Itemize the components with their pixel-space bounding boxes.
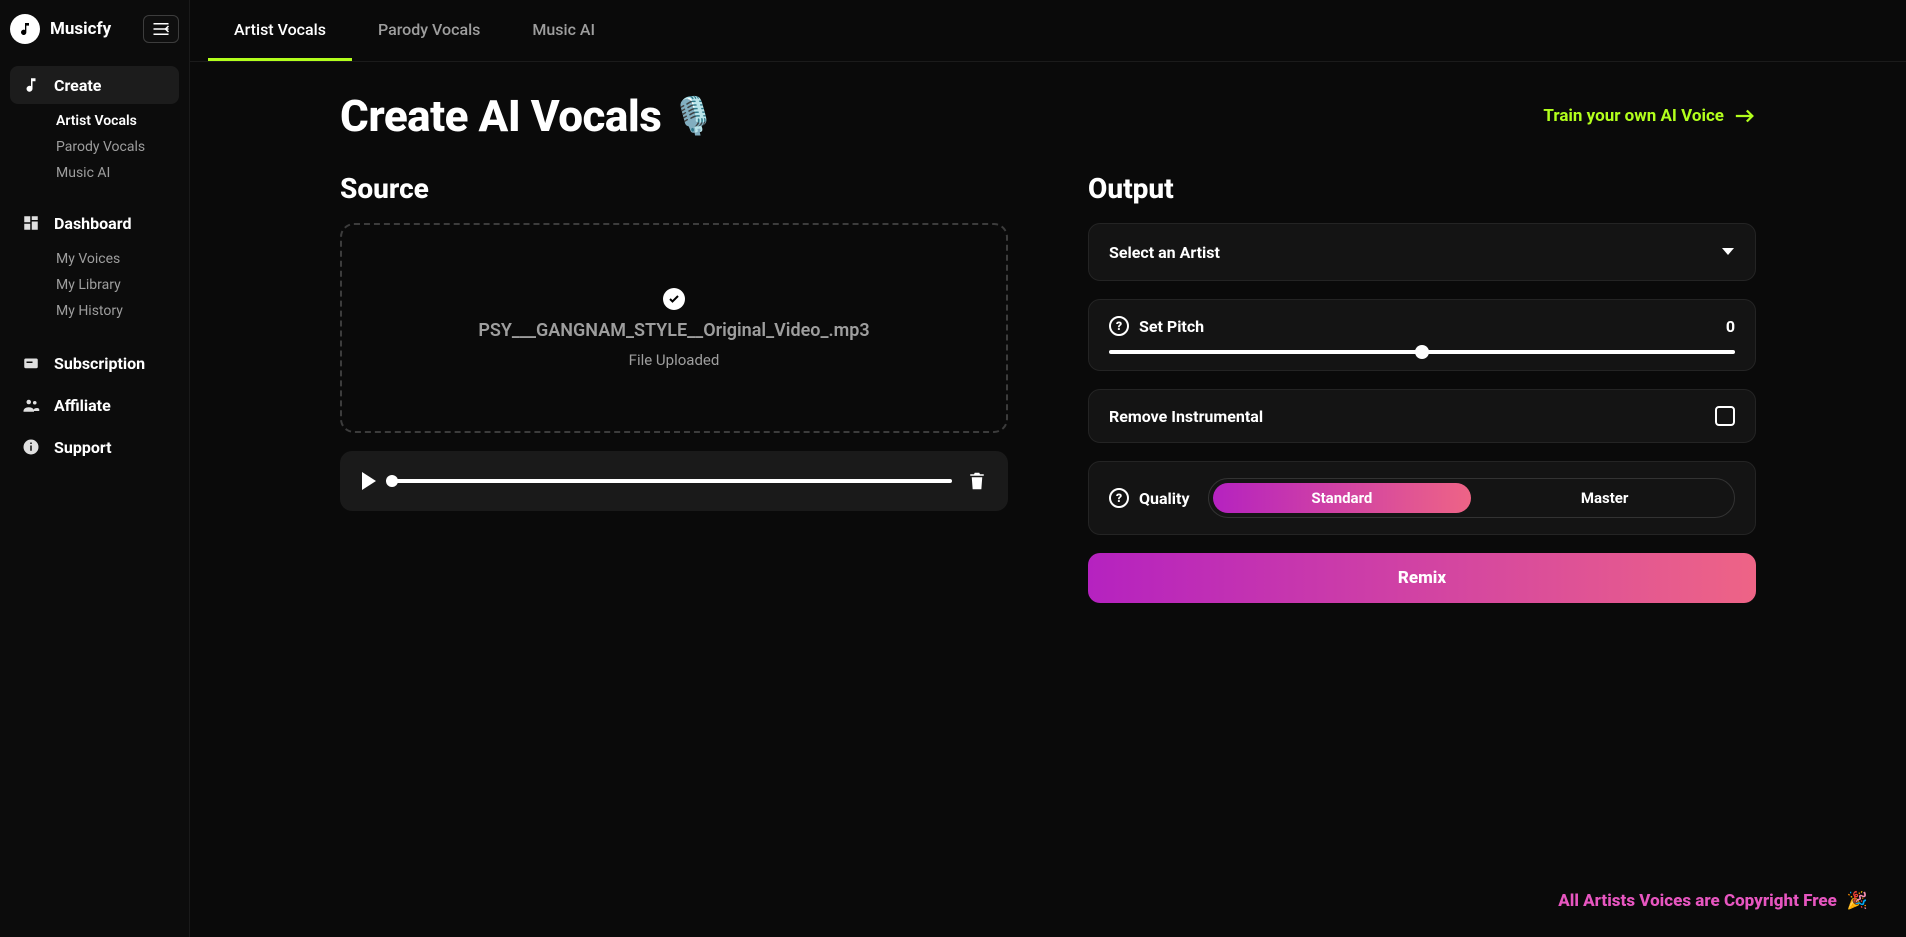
playback-knob[interactable]: [386, 475, 398, 487]
caret-down-icon: [1721, 247, 1735, 257]
nav-item-my-history[interactable]: My History: [56, 298, 179, 324]
remix-button[interactable]: Remix: [1088, 553, 1756, 603]
nav-dashboard-label: Dashboard: [54, 214, 131, 233]
train-voice-link[interactable]: Train your own AI Voice: [1543, 106, 1756, 126]
delete-file-button[interactable]: [968, 471, 986, 491]
top-tabs: Artist Vocals Parody Vocals Music AI: [190, 0, 1906, 62]
nav-support-label: Support: [54, 438, 112, 457]
subscription-icon: [20, 352, 42, 374]
remove-instrumental-label: Remove Instrumental: [1109, 407, 1263, 426]
nav-item-music-ai[interactable]: Music AI: [56, 160, 179, 186]
title-row: Create AI Vocals 🎙️ Train your own AI Vo…: [340, 90, 1756, 142]
main-content: Create AI Vocals 🎙️ Train your own AI Vo…: [190, 62, 1906, 937]
pitch-card: ? Set Pitch 0: [1088, 299, 1756, 371]
nav-item-my-voices[interactable]: My Voices: [56, 246, 179, 272]
source-section: Source PSY___GANGNAM_STYLE__Original_Vid…: [340, 172, 1008, 603]
brand-row: Musicfy: [10, 14, 179, 44]
check-circle-icon: [663, 288, 685, 310]
quality-option-standard[interactable]: Standard: [1213, 483, 1472, 513]
upload-dropzone[interactable]: PSY___GANGNAM_STYLE__Original_Video_.mp3…: [340, 223, 1008, 433]
nav-dashboard[interactable]: Dashboard: [10, 204, 179, 242]
nav-section-create: Create Artist Vocals Parody Vocals Music…: [10, 66, 179, 186]
nav-dashboard-items: My Voices My Library My History: [56, 246, 179, 324]
pitch-slider-knob[interactable]: [1415, 345, 1429, 359]
music-note-icon: [20, 74, 42, 96]
party-popper-icon: 🎉: [1847, 891, 1868, 911]
nav-support[interactable]: Support: [10, 426, 179, 468]
nav-section-dashboard: Dashboard My Voices My Library My Histor…: [10, 204, 179, 324]
microphone-icon: 🎙️: [671, 95, 715, 137]
tab-parody-vocals[interactable]: Parody Vocals: [352, 0, 506, 61]
nav-subscription-label: Subscription: [54, 354, 145, 373]
brand-logo-icon: [10, 14, 40, 44]
help-icon[interactable]: ?: [1109, 488, 1129, 508]
upload-status: File Uploaded: [629, 351, 720, 369]
nav-affiliate-label: Affiliate: [54, 396, 111, 415]
remove-instrumental-card: Remove Instrumental: [1088, 389, 1756, 443]
nav-create-label: Create: [54, 76, 101, 95]
sidebar: Musicfy Create Artist Vocals Parody Voca…: [0, 0, 190, 937]
page-title-text: Create AI Vocals: [340, 90, 661, 142]
sidebar-collapse-button[interactable]: [143, 15, 179, 43]
quality-segmented: Standard Master: [1208, 478, 1736, 518]
quality-card: ? Quality Standard Master: [1088, 461, 1756, 535]
train-voice-label: Train your own AI Voice: [1543, 106, 1724, 126]
output-heading: Output: [1088, 172, 1756, 205]
select-artist-card[interactable]: Select an Artist: [1088, 223, 1756, 281]
page-title: Create AI Vocals 🎙️: [340, 90, 716, 142]
nav-create[interactable]: Create: [10, 66, 179, 104]
info-icon: [20, 436, 42, 458]
source-heading: Source: [340, 172, 1008, 205]
remove-instrumental-checkbox[interactable]: [1715, 406, 1735, 426]
nav-item-parody-vocals[interactable]: Parody Vocals: [56, 134, 179, 160]
affiliate-icon: [20, 394, 42, 416]
tab-artist-vocals[interactable]: Artist Vocals: [208, 0, 352, 61]
quality-label: Quality: [1139, 489, 1190, 508]
audio-player: [340, 451, 1008, 511]
tab-music-ai[interactable]: Music AI: [506, 0, 621, 61]
menu-collapse-icon: [152, 22, 170, 36]
copyright-note-text: All Artists Voices are Copyright Free: [1558, 891, 1837, 911]
output-section: Output Select an Artist ? Set Pitch 0: [1088, 172, 1756, 603]
uploaded-file-name: PSY___GANGNAM_STYLE__Original_Video_.mp3: [478, 320, 869, 341]
dashboard-icon: [20, 212, 42, 234]
nav-affiliate[interactable]: Affiliate: [10, 384, 179, 426]
pitch-label: Set Pitch: [1139, 317, 1204, 336]
pitch-value: 0: [1726, 317, 1735, 336]
brand-name: Musicfy: [50, 19, 111, 39]
pitch-slider[interactable]: [1109, 350, 1735, 354]
nav-item-artist-vocals[interactable]: Artist Vocals: [56, 108, 179, 134]
quality-option-master[interactable]: Master: [1475, 479, 1734, 517]
nav-create-items: Artist Vocals Parody Vocals Music AI: [56, 108, 179, 186]
select-artist-label: Select an Artist: [1109, 243, 1220, 262]
copyright-note: All Artists Voices are Copyright Free 🎉: [1558, 891, 1868, 911]
arrow-right-icon: [1734, 108, 1756, 124]
trash-icon: [968, 471, 986, 491]
columns: Source PSY___GANGNAM_STYLE__Original_Vid…: [340, 172, 1756, 603]
nav-item-my-library[interactable]: My Library: [56, 272, 179, 298]
help-icon[interactable]: ?: [1109, 316, 1129, 336]
playback-track[interactable]: [392, 479, 952, 483]
play-button[interactable]: [362, 472, 376, 490]
nav-subscription[interactable]: Subscription: [10, 342, 179, 384]
